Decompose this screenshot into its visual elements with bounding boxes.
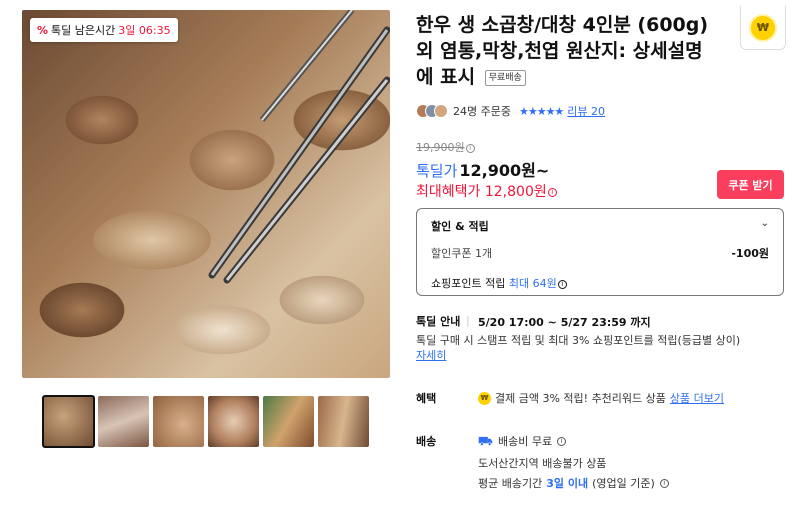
discount-points-panel: 할인 & 적립 ⌄ 할인쿠폰 1개 -100원 쇼핑포인트 적립 최대 64원 i (416, 208, 784, 296)
benefit-line: ₩ 결제 금액 3% 적립! 추천리워드 상품 상품 더보기 (478, 390, 724, 406)
shipping-restriction: 도서산간지역 배송불가 상품 (478, 455, 606, 471)
rating-stars-icon: ★★★★★ (518, 104, 564, 118)
deal-more-link[interactable]: 자세히 (416, 347, 446, 363)
truck-icon (478, 436, 493, 446)
product-title: 한우 생 소곱창/대창 4인분 (600g) 외 염통,막창,천엽 원산지: 상… (416, 14, 709, 88)
max-price-value: 12,800원 (484, 184, 547, 200)
info-icon[interactable]: i (557, 436, 567, 446)
points-label: 쇼핑포인트 적립 (431, 277, 506, 290)
shipping-eta: 평균 배송기간 3일 이내 (영업일 기준) i (478, 475, 669, 491)
thumbnail-5[interactable] (263, 396, 314, 447)
shipping-fee-line: 배송비 무료 i (478, 433, 567, 449)
benefit-text: 결제 금액 3% 적립! 추천리워드 상품 (495, 392, 666, 405)
get-coupon-button[interactable]: 쿠폰 받기 (717, 170, 784, 199)
thumbnail-strip (42, 395, 369, 448)
product-main-image: % 톡딜 남은시간 3일 06:35 (22, 10, 390, 378)
deal-timer-value: 3일 06:35 (118, 24, 171, 37)
deal-price-value: 12,900원~ (459, 161, 550, 180)
eta-prefix: 평균 배송기간 (478, 477, 543, 490)
info-icon[interactable]: i (465, 143, 475, 153)
original-price-value: 19,900원 (416, 141, 465, 154)
thumbnail-6[interactable] (318, 396, 369, 447)
deal-period-range: 5/20 17:00 ~ 5/27 23:59 까지 (478, 316, 651, 329)
benefit-label: 혜택 (416, 392, 437, 405)
percent-icon: % (37, 23, 49, 37)
original-price: 19,900원 i (416, 139, 475, 155)
max-price-label: 최대혜택가 (416, 184, 481, 200)
deal-period-label: 톡딜 안내 (416, 315, 461, 328)
free-shipping-tag: 무료배송 (484, 69, 526, 86)
shipping-fee: 배송비 무료 (498, 435, 553, 448)
product-title-block: 한우 생 소곱창/대창 4인분 (600g) 외 염통,막창,천엽 원산지: 상… (416, 12, 716, 90)
eta-suffix: (영업일 기준) (592, 477, 655, 490)
divider: | (466, 314, 470, 327)
thumbnail-1[interactable] (42, 395, 95, 448)
panel-header[interactable]: 할인 & 적립 ⌄ (431, 218, 769, 234)
deal-timer-badge: % 톡딜 남은시간 3일 06:35 (30, 18, 178, 42)
reward-coin-button[interactable]: ₩ (740, 6, 786, 50)
panel-title: 할인 & 적립 (431, 220, 489, 233)
chopsticks-illustration (208, 10, 390, 284)
points-max: 최대 64원 (508, 277, 557, 290)
deal-price-label: 톡딜가 (416, 162, 458, 180)
more-products-link[interactable]: 상품 더보기 (670, 390, 724, 406)
info-icon[interactable]: i (557, 279, 567, 289)
coupon-row: 할인쿠폰 1개 -100원 (431, 245, 769, 261)
eta-value: 3일 이내 (546, 477, 589, 490)
thumbnail-4[interactable] (208, 396, 259, 447)
max-benefit-price: 최대혜택가 12,800원 i (416, 181, 557, 201)
chevron-down-icon[interactable]: ⌄ (761, 218, 769, 234)
won-coin-icon: ₩ (478, 391, 491, 405)
review-link[interactable]: 리뷰 20 (567, 103, 605, 119)
coupon-amount: -100원 (731, 247, 769, 260)
thumbnail-3[interactable] (153, 396, 204, 447)
coupon-label: 할인쿠폰 1개 (431, 247, 493, 260)
buyers-row: 24명 주문중 ★★★★★ 리뷰 20 (416, 103, 605, 119)
buyer-avatars (416, 104, 448, 118)
info-icon[interactable]: i (659, 478, 669, 488)
deal-timer-label: 톡딜 남은시간 (51, 24, 116, 37)
deal-price: 톡딜가 12,900원~ (416, 157, 549, 181)
shipping-label: 배송 (416, 435, 437, 448)
avatar (434, 104, 448, 118)
thumbnail-2[interactable] (98, 396, 149, 447)
won-coin-icon: ₩ (751, 15, 775, 40)
deal-period-desc: 톡딜 구매 시 스탬프 적립 및 최대 3% 쇼핑포인트를 적립(등급별 상이) (416, 334, 741, 347)
buyers-count: 24명 주문중 (453, 105, 511, 118)
points-row: 쇼핑포인트 적립 최대 64원 i (431, 275, 769, 291)
shipping-restriction-text: 도서산간지역 배송불가 상품 (478, 457, 607, 470)
info-icon[interactable]: i (547, 187, 557, 197)
